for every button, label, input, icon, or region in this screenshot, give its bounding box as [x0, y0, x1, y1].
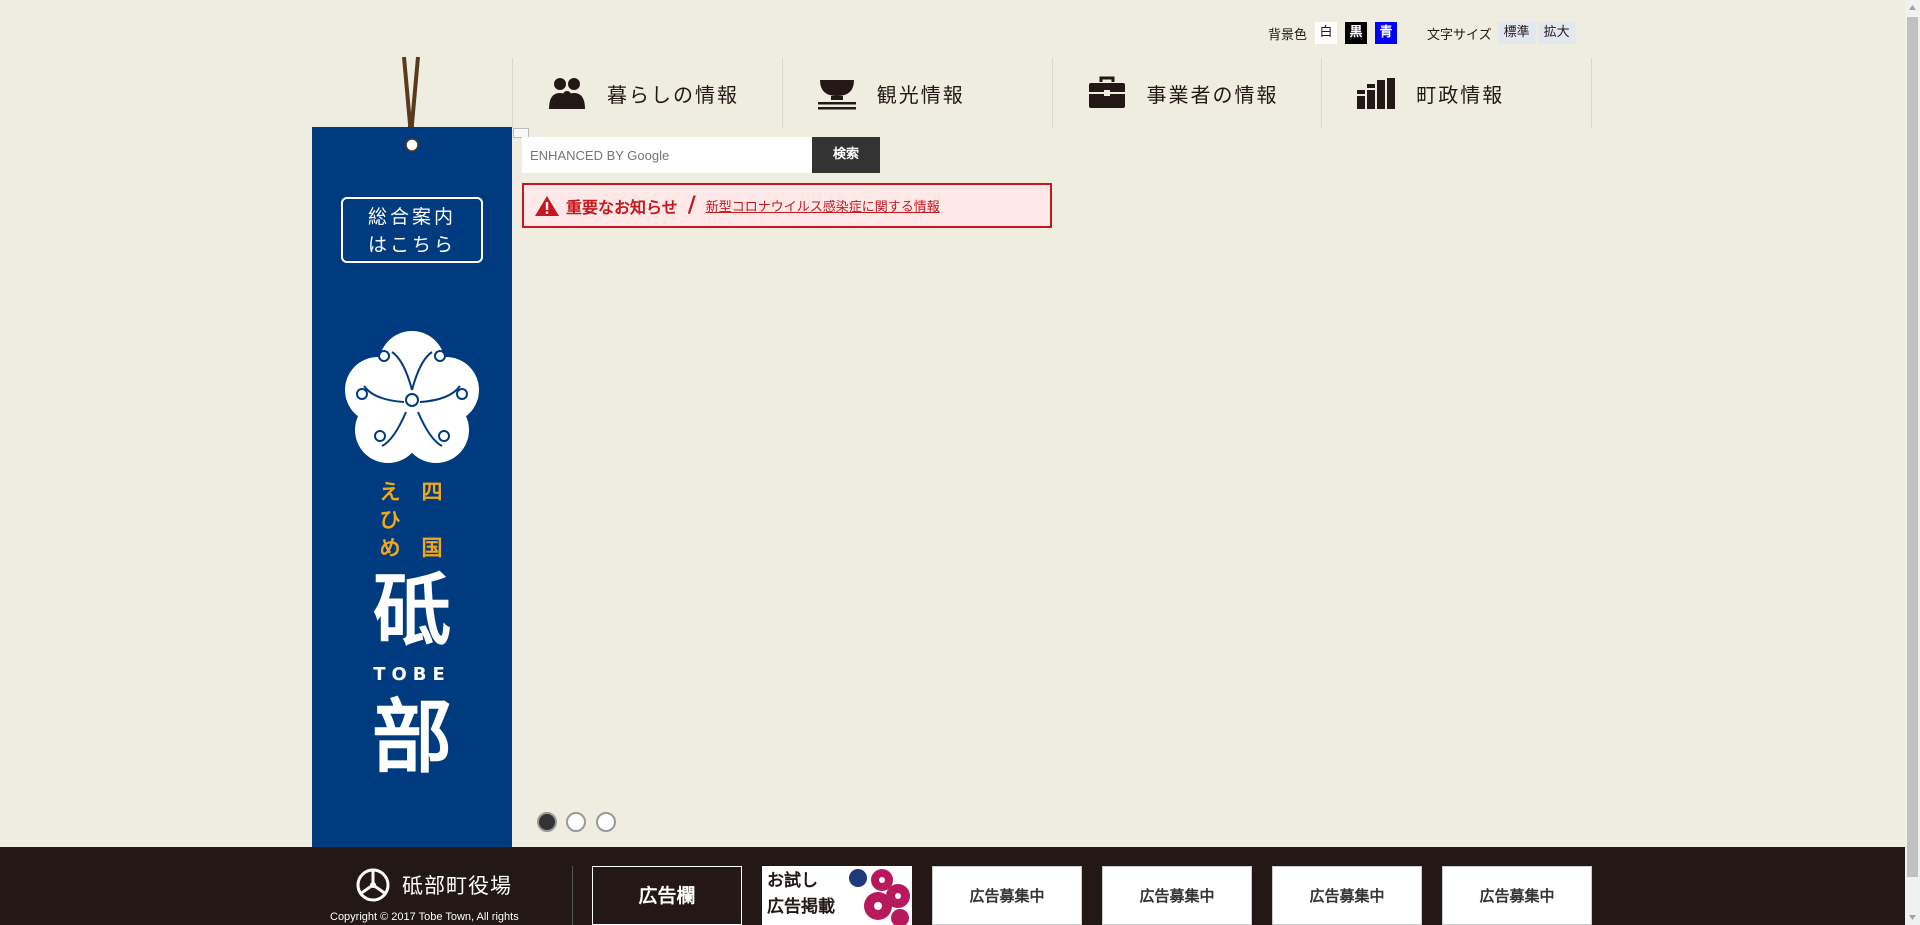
shikoku-char: 四 [421, 479, 443, 504]
ad-slot-4[interactable]: 広告募集中 [1442, 866, 1592, 925]
font-size-label: 文字サイズ [1427, 27, 1492, 43]
bowl-icon [813, 73, 861, 113]
scroll-up-arrow-icon[interactable] [1905, 0, 1920, 15]
ehime-vertical-text: え ひ め [377, 478, 403, 562]
main-navigation: 暮らしの情報 観光情報 事業者の情報 町政情報 [512, 58, 1592, 128]
slider-dot-3[interactable] [596, 812, 616, 832]
scrollbar-thumb[interactable] [1907, 17, 1918, 877]
tobe-kanji-be: 部 [372, 690, 452, 784]
tag-hole-icon [405, 138, 419, 152]
slider-dot-2[interactable] [566, 812, 586, 832]
bg-color-label: 背景色 [1268, 27, 1308, 43]
copyright-text: Copyright © 2017 Tobe Town, All rights [330, 911, 519, 923]
tobe-roman-text: TOBE [373, 664, 451, 685]
ehime-char: め [379, 535, 401, 560]
shikoku-char [419, 506, 445, 534]
ad-slot-2[interactable]: 広告募集中 [1102, 866, 1252, 925]
utility-bar: 背景色 白 黒 青 文字サイズ 標準 拡大 [1268, 22, 1578, 44]
font-size-large-button[interactable]: 拡大 [1537, 22, 1576, 44]
scroll-down-arrow-icon[interactable] [1905, 910, 1920, 925]
shikoku-vertical-text: 四 国 [419, 478, 445, 562]
bg-white-button[interactable]: 白 [1315, 22, 1338, 44]
footer-logo[interactable]: 砥部町役場 [354, 866, 512, 904]
ad-section-label: 広告欄 [592, 866, 742, 925]
notice-separator: / [687, 193, 696, 218]
bg-blue-button[interactable]: 青 [1375, 22, 1398, 44]
books-icon [1352, 73, 1400, 113]
search-input[interactable] [530, 140, 800, 170]
ad-trial-line-2: 広告掲載 [767, 897, 835, 917]
ehime-char: え [379, 479, 401, 504]
nav-town-admin-info[interactable]: 町政情報 [1322, 58, 1592, 128]
nav-label: 事業者の情報 [1146, 82, 1279, 107]
bg-black-button[interactable]: 黒 [1345, 22, 1368, 44]
notice-title: 重要なお知らせ [566, 197, 678, 217]
shikoku-char: 国 [421, 535, 443, 560]
nav-label: 暮らしの情報 [607, 82, 739, 107]
nav-living-info[interactable]: 暮らしの情報 [513, 58, 783, 128]
plum-flowers-icon [849, 869, 910, 925]
ad-trial-banner[interactable]: お試し 広告掲載 [762, 866, 912, 925]
footer-divider [572, 866, 573, 925]
tobe-kanji-to: 砥 [372, 565, 451, 656]
guide-line-2: はこちら [367, 234, 456, 256]
warning-icon [535, 195, 559, 216]
slider-dot-1[interactable] [537, 812, 557, 832]
guide-line-1: 総合案内 [367, 206, 456, 228]
important-notice: 重要なお知らせ / 新型コロナウイルス感染症に関する情報 [522, 183, 1052, 228]
nav-label: 観光情報 [876, 82, 965, 107]
nav-business-info[interactable]: 事業者の情報 [1053, 58, 1323, 128]
plum-blossom-logo [345, 331, 479, 463]
town-emblem-icon [356, 868, 390, 902]
nav-tourism-info[interactable]: 観光情報 [783, 58, 1053, 128]
covid-info-link[interactable]: 新型コロナウイルス感染症に関する情報 [706, 196, 940, 215]
search-box [522, 137, 812, 173]
ad-slot-1[interactable]: 広告募集中 [932, 866, 1082, 925]
nav-label: 町政情報 [1416, 82, 1505, 107]
general-guide-button[interactable]: 総合案内 はこちら [341, 197, 483, 263]
ad-slot-3[interactable]: 広告募集中 [1272, 866, 1422, 925]
footer-town-hall-name: 砥部町役場 [402, 874, 512, 898]
ad-trial-line-1: お試し [767, 871, 818, 891]
briefcase-icon [1083, 73, 1131, 113]
people-icon [543, 73, 591, 113]
font-size-standard-button[interactable]: 標準 [1497, 22, 1536, 44]
search-button[interactable]: 検索 [812, 137, 880, 173]
ehime-char: ひ [379, 507, 401, 532]
